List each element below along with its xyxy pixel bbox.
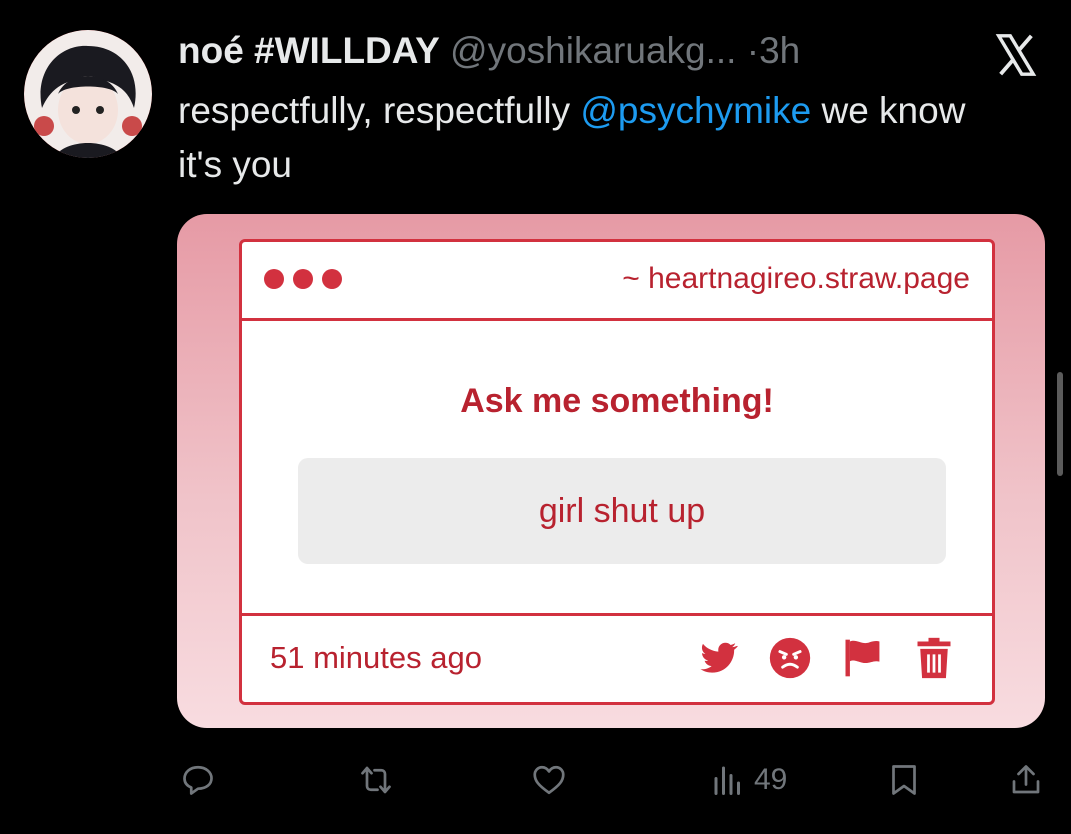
scrollbar[interactable]	[1057, 372, 1063, 476]
page-url: ~ heartnagireo.straw.page	[622, 262, 970, 295]
retweet-icon	[361, 766, 391, 794]
window-titlebar: ~ heartnagireo.straw.page	[242, 242, 992, 321]
bookmark-icon	[892, 765, 916, 795]
window-dot	[293, 269, 313, 289]
footer-icons	[696, 636, 956, 680]
angry-face-icon	[769, 637, 811, 679]
like-button[interactable]	[531, 760, 567, 800]
window-footer: 51 minutes ago	[242, 613, 992, 702]
tweet-text-start: respectfully, respectfully	[178, 90, 581, 131]
flag-icon	[845, 639, 880, 677]
twitter-bird-icon	[700, 642, 738, 673]
window-dots	[264, 269, 342, 289]
tweet-time[interactable]: 3h	[759, 30, 800, 71]
views-icon	[714, 766, 740, 795]
share-button[interactable]	[1008, 760, 1044, 800]
x-logo-icon	[995, 34, 1037, 76]
like-icon	[533, 765, 565, 795]
time-ago: 51 minutes ago	[270, 640, 482, 675]
mention-link[interactable]: @psychymike	[580, 90, 811, 131]
reply-button[interactable]	[180, 760, 216, 800]
window-dot	[322, 269, 342, 289]
answer-box: girl shut up	[298, 458, 946, 564]
action-bar: 49	[0, 760, 1071, 800]
ask-prompt: Ask me something!	[460, 382, 774, 420]
media-image[interactable]: ~ heartnagireo.straw.page Ask me somethi…	[177, 214, 1045, 728]
tweet-text: respectfully, respectfully @psychymike w…	[178, 84, 1018, 192]
bookmark-button[interactable]	[886, 760, 922, 800]
views-button[interactable]: 49	[710, 760, 787, 800]
tweet-header: noé #WILLDAY @yoshikaruakg... ·3h	[178, 28, 800, 74]
trash-icon	[917, 637, 951, 679]
answer-text: girl shut up	[538, 491, 706, 530]
ask-window: ~ heartnagireo.straw.page Ask me somethi…	[239, 239, 995, 705]
avatar-image	[24, 30, 152, 158]
separator-dot: ·	[746, 30, 760, 71]
reply-icon	[183, 765, 213, 795]
avatar[interactable]	[24, 30, 152, 158]
retweet-button[interactable]	[358, 760, 394, 800]
views-count: 49	[754, 763, 788, 796]
author-name[interactable]: noé #WILLDAY	[178, 30, 440, 71]
author-handle[interactable]: @yoshikaruakg...	[450, 30, 736, 71]
window-dot	[264, 269, 284, 289]
share-icon	[1012, 765, 1040, 794]
